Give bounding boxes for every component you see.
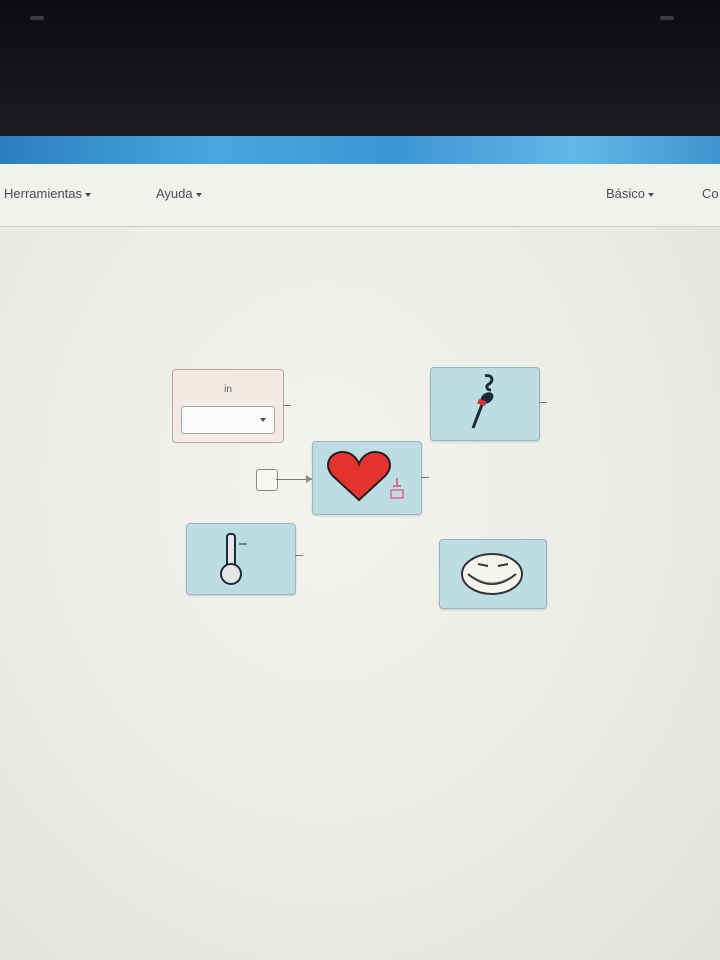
bezel-reflection bbox=[660, 16, 674, 20]
menu-co[interactable]: Co bbox=[702, 186, 719, 201]
toggle-block-port[interactable] bbox=[295, 555, 303, 556]
input-block[interactable]: in bbox=[172, 369, 284, 443]
bezel-reflection bbox=[30, 16, 44, 20]
chevron-down-icon bbox=[195, 192, 202, 197]
menu-ayuda-label: Ayuda bbox=[156, 186, 193, 201]
trollface-block[interactable] bbox=[439, 539, 547, 609]
checkbox-icon[interactable] bbox=[256, 469, 278, 491]
input-block-dropdown[interactable] bbox=[181, 406, 275, 434]
toggle-block[interactable] bbox=[186, 523, 296, 595]
menu-ayuda[interactable]: Ayuda bbox=[156, 186, 202, 201]
microphone-block-port[interactable] bbox=[539, 402, 547, 403]
menu-herramientas-label: Herramientas bbox=[4, 186, 83, 201]
menu-herramientas[interactable]: Herramientas bbox=[4, 186, 92, 201]
menu-basico-label: Básico bbox=[606, 186, 646, 201]
monitor-bezel bbox=[0, 0, 720, 138]
heart-icon bbox=[327, 450, 404, 502]
heart-block[interactable] bbox=[312, 441, 422, 515]
heart-block-port[interactable] bbox=[421, 477, 429, 478]
program-canvas[interactable] bbox=[0, 227, 720, 960]
menu-basico[interactable]: Básico bbox=[606, 186, 655, 201]
toggle-switch-icon bbox=[220, 533, 247, 585]
window-title-bar bbox=[0, 136, 720, 164]
menu-bar: Herramientas Ayuda Básico Co bbox=[0, 164, 720, 227]
menu-co-label: Co bbox=[702, 186, 719, 201]
microphone-icon bbox=[471, 374, 494, 429]
chevron-down-icon bbox=[85, 192, 92, 197]
trollface-icon bbox=[461, 553, 523, 595]
chevron-down-icon bbox=[648, 192, 655, 197]
input-block-port[interactable] bbox=[283, 405, 291, 406]
dropdown-caret-icon bbox=[260, 418, 266, 422]
input-block-label: in bbox=[224, 384, 232, 395]
microphone-block[interactable] bbox=[430, 367, 540, 441]
